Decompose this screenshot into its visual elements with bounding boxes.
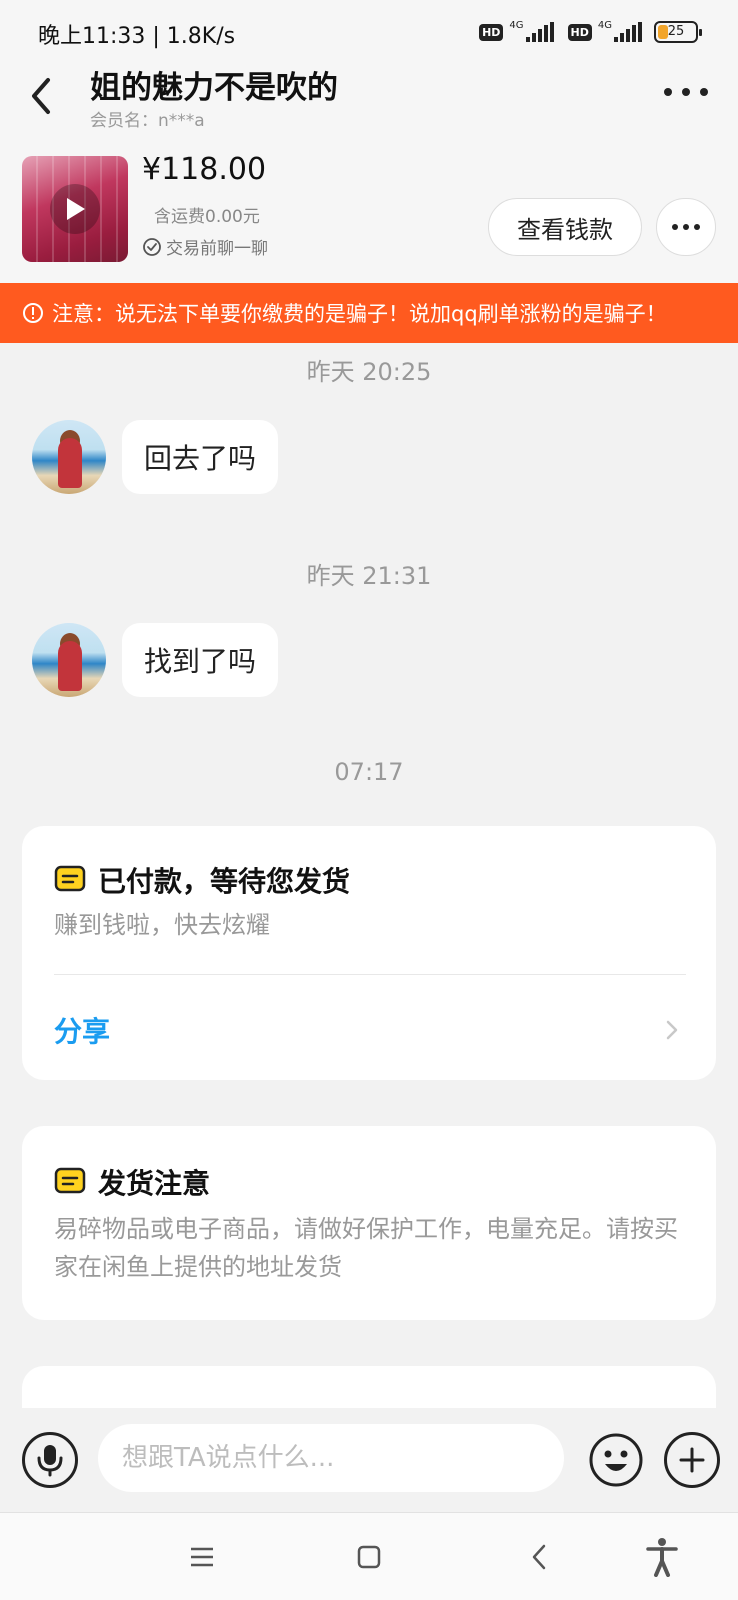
chat-header: 姐的魅力不是吹的 会员名：n***a: [0, 62, 738, 140]
top-area: 晚上11:33 | 1.8K/s HD 4G HD 4G 25 姐的魅力不是吹的: [0, 0, 738, 283]
check-circle-icon: [143, 237, 161, 256]
more-dots-icon: [672, 224, 678, 230]
view-payment-button[interactable]: 查看钱款: [488, 198, 642, 256]
card-description: 易碎物品或电子商品，请做好保护工作，电量充足。请按买家在闲鱼上提供的地址发货: [54, 1215, 678, 1281]
battery-level: 25: [667, 24, 685, 39]
shipping-notice-card: 发货注意 易碎物品或电子商品，请做好保护工作，电量充足。请按买家在闲鱼上提供的地…: [22, 1126, 716, 1320]
card-description: 赚到钱啦，快去炫耀: [54, 911, 270, 939]
menu-button[interactable]: [178, 1533, 226, 1581]
menu-icon: [191, 1547, 213, 1567]
chat-before-trade-hint: 交易前聊一聊: [142, 234, 268, 259]
message-timestamp: 昨天 20:25: [306, 358, 432, 386]
emoji-icon[interactable]: [588, 1432, 644, 1488]
chat-hint-label: 交易前聊一聊: [166, 239, 268, 259]
signal-icon-1: [525, 22, 554, 42]
home-square-icon: [357, 1545, 381, 1569]
system-back-button[interactable]: [515, 1533, 563, 1581]
product-more-button[interactable]: [656, 198, 716, 256]
product-price: ¥118.00: [142, 152, 267, 187]
receipt-icon: [54, 1167, 86, 1194]
partial-card: [22, 1366, 716, 1408]
system-timestamp: 07:17: [334, 758, 404, 786]
receipt-icon: [54, 865, 86, 892]
avatar[interactable]: [32, 420, 106, 494]
back-arrow-icon: [32, 78, 50, 114]
chevron-right-icon[interactable]: [664, 1018, 680, 1042]
battery-icon: 25: [654, 21, 702, 43]
message-timestamp: 昨天 21:31: [306, 562, 432, 590]
card-title: 发货注意: [98, 1167, 211, 1200]
microphone-icon: [37, 1445, 63, 1477]
message-input-bar: [0, 1408, 738, 1512]
member-name: 会员名：n***a: [90, 111, 205, 131]
fraud-warning-banner: 注意：说无法下单要你缴费的是骗子！说加qq刷单涨粉的是骗子！: [0, 283, 738, 343]
product-thumbnail[interactable]: [22, 156, 128, 262]
message-bubble[interactable]: 回去了吗: [122, 420, 279, 494]
warning-circle-icon: [23, 303, 43, 323]
avatar[interactable]: [32, 623, 106, 697]
accessibility-icon: [646, 1538, 678, 1577]
message-bubble[interactable]: 找到了吗: [122, 623, 279, 697]
play-icon: [50, 184, 100, 234]
status-indicators: HD 4G HD 4G 25: [479, 18, 702, 46]
product-bar: ¥118.00 含运费0.00元 交易前聊一聊 查看钱款: [0, 152, 738, 272]
more-actions-button[interactable]: [664, 1432, 720, 1488]
more-options-button[interactable]: [664, 84, 708, 100]
card-divider: [54, 974, 686, 975]
share-link[interactable]: 分享: [54, 1010, 110, 1050]
warning-text: 注意：说无法下单要你缴费的是骗子！说加qq刷单涨粉的是骗子！: [52, 302, 667, 326]
nav-back-icon: [532, 1544, 546, 1570]
status-time-speed: 晚上11:33 | 1.8K/s: [38, 24, 236, 49]
plus-icon: [679, 1447, 705, 1473]
back-button[interactable]: [22, 70, 62, 118]
network-type-1: 4G: [509, 19, 524, 31]
chat-title: 姐的魅力不是吹的: [90, 70, 338, 106]
status-bar: 晚上11:33 | 1.8K/s HD 4G HD 4G 25: [0, 0, 738, 62]
hd-badge-1: HD: [479, 23, 504, 41]
hd-badge-2: HD: [567, 23, 592, 41]
more-dots-icon: [664, 88, 672, 96]
signal-icon-2: [614, 22, 642, 42]
home-button[interactable]: [345, 1533, 393, 1581]
payment-status-card: 已付款，等待您发货 赚到钱啦，快去炫耀 分享: [22, 826, 716, 1080]
voice-button[interactable]: [22, 1432, 78, 1488]
system-navigation-bar: [0, 1512, 738, 1600]
network-type-2: 4G: [597, 19, 612, 31]
shipping-fee: 含运费0.00元: [154, 207, 260, 227]
card-title: 已付款，等待您发货: [98, 865, 351, 898]
accessibility-button[interactable]: [638, 1533, 686, 1581]
message-input[interactable]: [98, 1424, 564, 1492]
